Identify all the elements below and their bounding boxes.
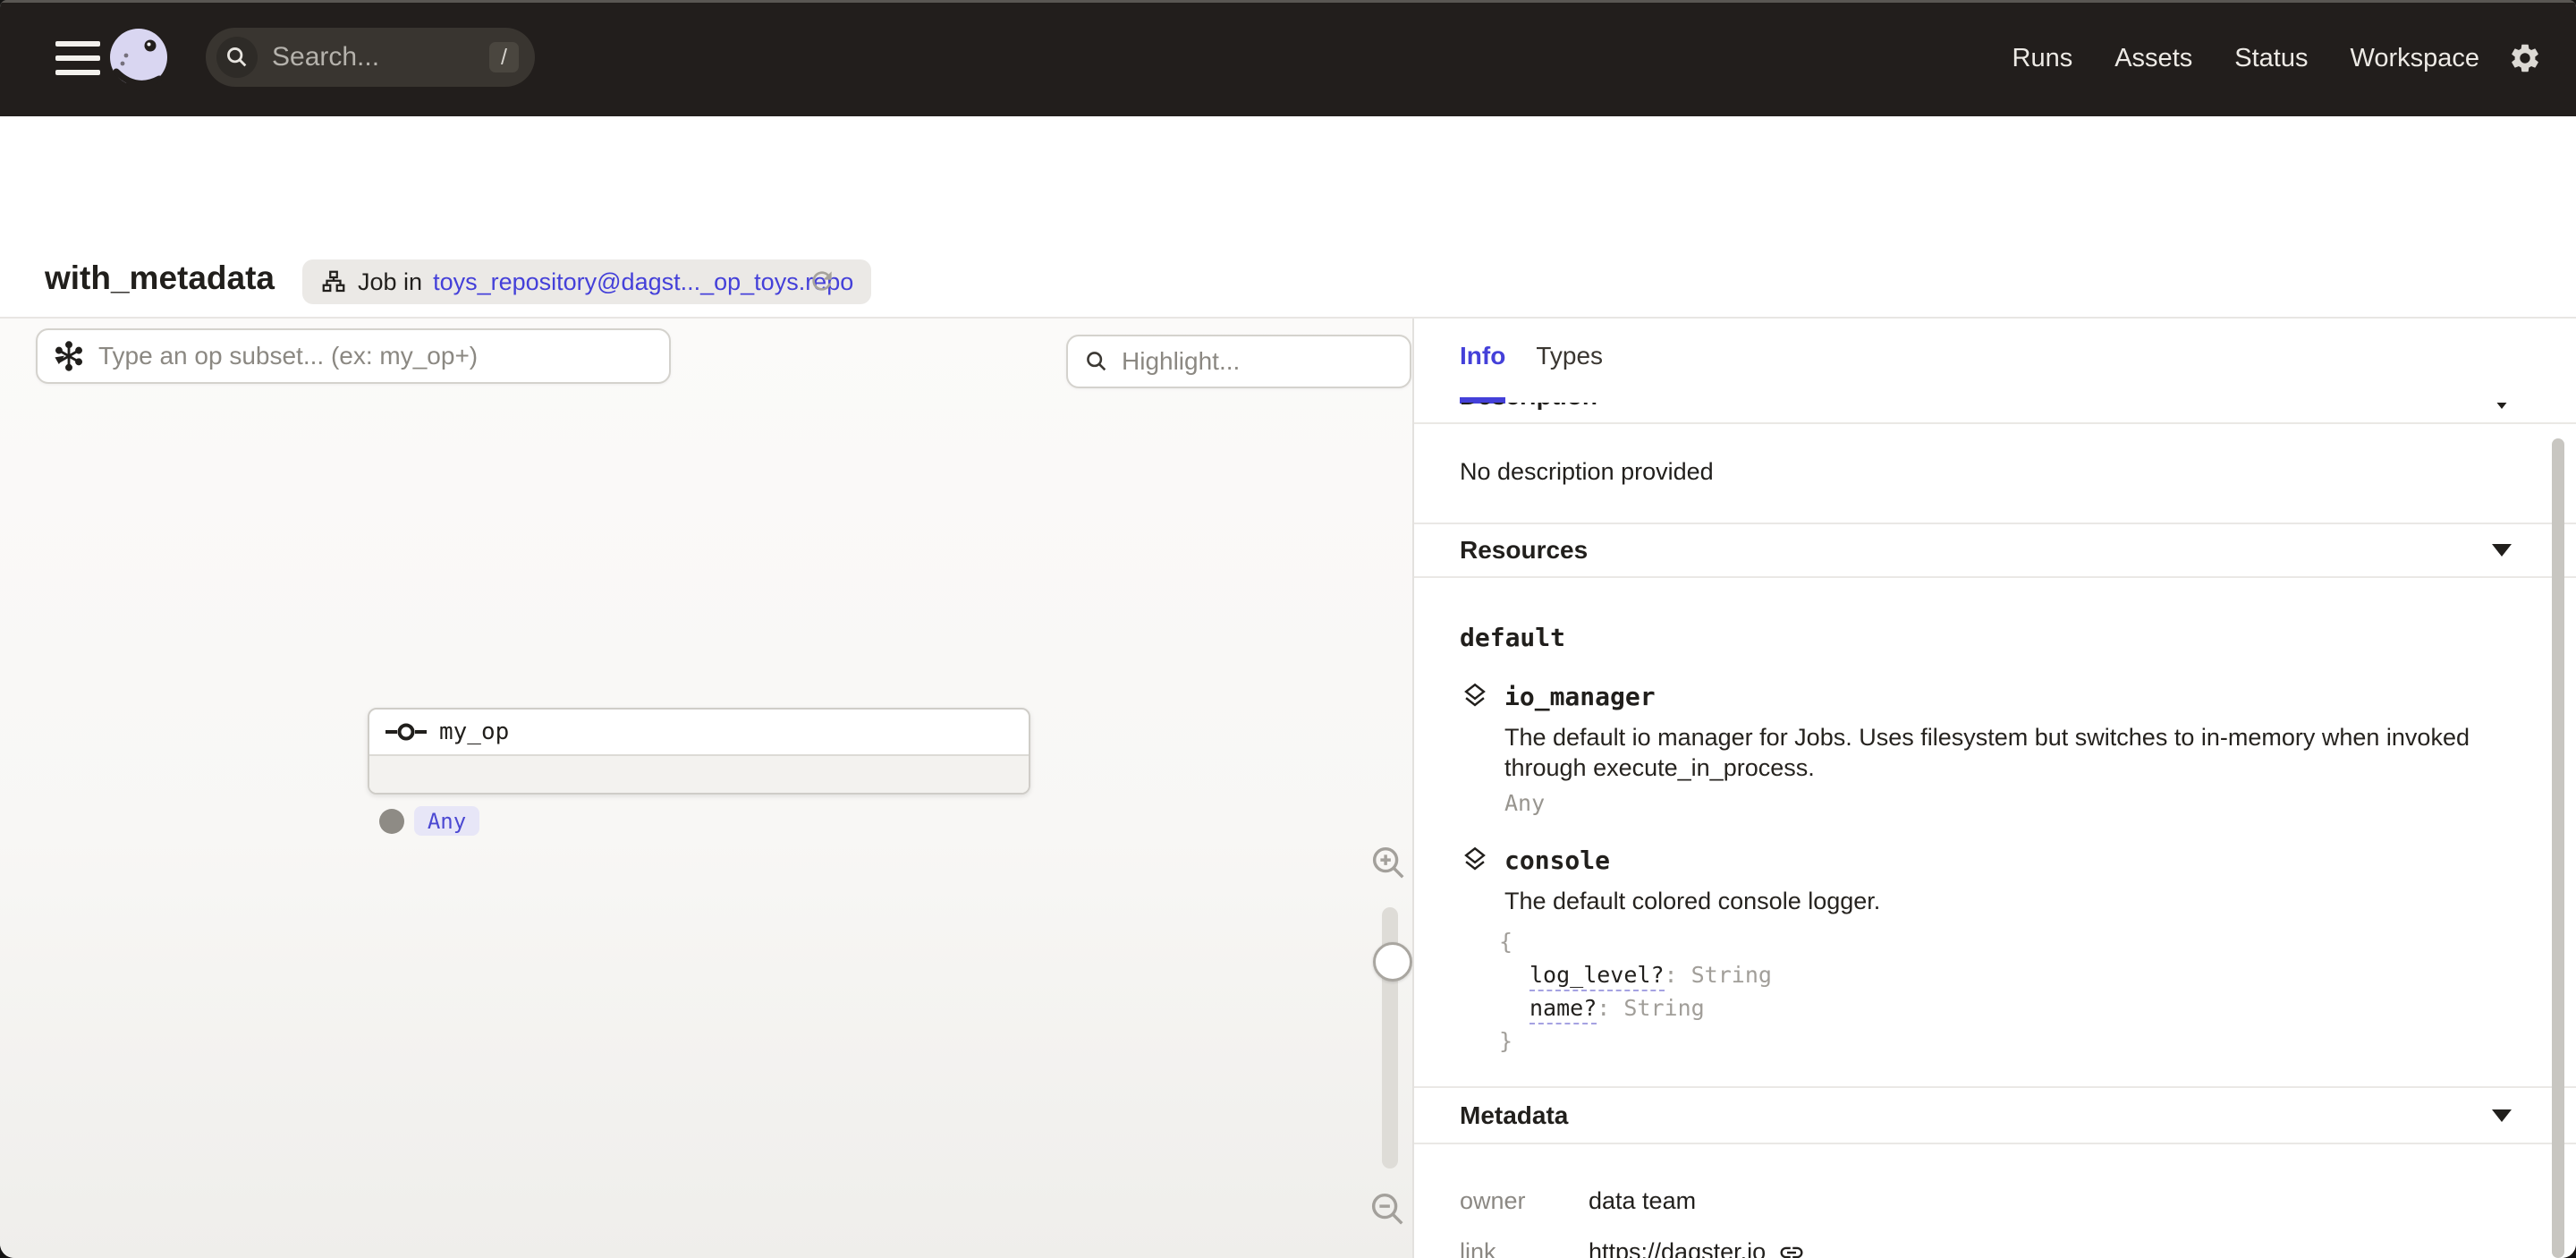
metadata-key: link (1460, 1238, 1589, 1258)
nav-links: Runs Assets Status Workspace (2012, 0, 2479, 116)
config-field: log_level?: String (1499, 958, 2530, 991)
highlight-filter (1066, 335, 1411, 388)
tab-types[interactable]: Types (1536, 342, 1603, 404)
config-field-name[interactable]: log_level? (1530, 962, 1665, 991)
chevron-down-icon (2492, 403, 2512, 409)
section-title: Resources (1460, 536, 1588, 565)
resource-layers-icon (1460, 845, 1490, 875)
search-icon (216, 37, 258, 78)
resource-layers-icon (1460, 681, 1490, 711)
resource-description: The default io manager for Jobs. Uses fi… (1504, 722, 2497, 783)
zoom-slider-handle[interactable] (1373, 942, 1412, 982)
job-breadcrumb-prefix: Job in (358, 268, 422, 296)
op-selector-icon (54, 341, 84, 371)
config-brace-open: { (1499, 925, 2530, 958)
dagster-app-window: / Runs Assets Status Workspace with_meta… (0, 0, 2576, 1258)
external-link-icon[interactable] (1778, 1239, 1805, 1258)
config-field-name[interactable]: name? (1530, 995, 1597, 1024)
search-input[interactable] (270, 41, 489, 73)
chevron-down-icon (2492, 1109, 2512, 1122)
resource-name: console (1504, 846, 1610, 875)
metadata-key: owner (1460, 1187, 1589, 1215)
job-info-panel: Info Types Description No description pr… (1414, 319, 2576, 1258)
metadata-row-owner: owner data team (1460, 1187, 2530, 1238)
resource-name: io_manager (1504, 682, 1656, 711)
info-panel-scroll-area[interactable]: Description No description provided Reso… (1414, 403, 2576, 1258)
nav-link-assets[interactable]: Assets (2114, 44, 2192, 73)
search-shortcut-key: / (489, 42, 519, 72)
config-schema-block: { log_level?: String name?: String } (1499, 925, 2530, 1058)
zoom-out-icon[interactable] (1367, 1188, 1408, 1234)
page-header: with_metadata Job in toys_repository@dag… (0, 116, 2576, 319)
resource-type: Any (1504, 790, 2530, 816)
op-output-handle[interactable] (379, 809, 404, 834)
highlight-input[interactable] (1120, 346, 1446, 377)
search-icon (1084, 349, 1109, 374)
resource-item-io-manager: io_manager The default io manager for Jo… (1460, 681, 2530, 816)
op-subset-filter (36, 328, 671, 384)
metadata-table: owner data team link https://dagster.io (1414, 1144, 2576, 1258)
op-node-name: my_op (439, 718, 509, 745)
settings-gear-icon[interactable] (2508, 0, 2542, 116)
description-body: No description provided (1414, 424, 2576, 523)
metadata-value: data team (1589, 1187, 1696, 1215)
section-title: Description (1460, 403, 1597, 411)
info-panel-tabs: Info Types (1460, 342, 1603, 404)
op-subset-input[interactable] (97, 341, 669, 371)
refresh-icon[interactable] (808, 267, 836, 300)
panel-scrollbar[interactable] (2552, 438, 2564, 1258)
nav-link-workspace[interactable]: Workspace (2350, 44, 2479, 73)
hamburger-menu-icon[interactable] (55, 41, 100, 75)
nav-link-status[interactable]: Status (2234, 44, 2308, 73)
resource-description: The default colored console logger. (1504, 886, 2497, 916)
tab-info[interactable]: Info (1460, 342, 1505, 404)
op-node-my-op[interactable]: my_op (368, 708, 1030, 795)
config-field-type: : String (1665, 962, 1772, 988)
dagster-logo-icon[interactable] (104, 23, 174, 93)
section-header-resources[interactable]: Resources (1414, 523, 2576, 578)
section-header-description[interactable]: Description (1414, 403, 2576, 424)
metadata-link[interactable]: https://dagster.io (1589, 1238, 1766, 1258)
resources-content: default io_manager The default io manage… (1414, 623, 2576, 1058)
resource-item-console: console The default colored console logg… (1460, 845, 2530, 1058)
job-graph-icon (320, 268, 347, 295)
global-search: / (206, 28, 535, 87)
op-icon (386, 722, 427, 742)
config-brace-close: } (1499, 1024, 2530, 1058)
op-graph-canvas[interactable]: my_op Any (0, 319, 1412, 1258)
section-header-metadata[interactable]: Metadata (1414, 1086, 2576, 1144)
config-field-type: : String (1597, 995, 1704, 1021)
page-title: with_metadata (45, 259, 275, 297)
job-breadcrumb-badge: Job in toys_repository@dagst..._op_toys.… (302, 259, 871, 304)
nav-link-runs[interactable]: Runs (2012, 44, 2073, 73)
resource-group-name: default (1460, 623, 2530, 652)
metadata-row-link: link https://dagster.io (1460, 1238, 2530, 1258)
section-title: Metadata (1460, 1101, 1568, 1130)
chevron-down-icon (2492, 544, 2512, 557)
repository-link[interactable]: toys_repository@dagst..._op_toys.repo (433, 268, 853, 296)
op-node-body (369, 754, 1029, 793)
config-field: name?: String (1499, 991, 2530, 1024)
top-navbar: / Runs Assets Status Workspace (0, 0, 2576, 116)
op-output-type-tag[interactable]: Any (414, 806, 479, 836)
zoom-in-icon[interactable] (1368, 842, 1409, 888)
